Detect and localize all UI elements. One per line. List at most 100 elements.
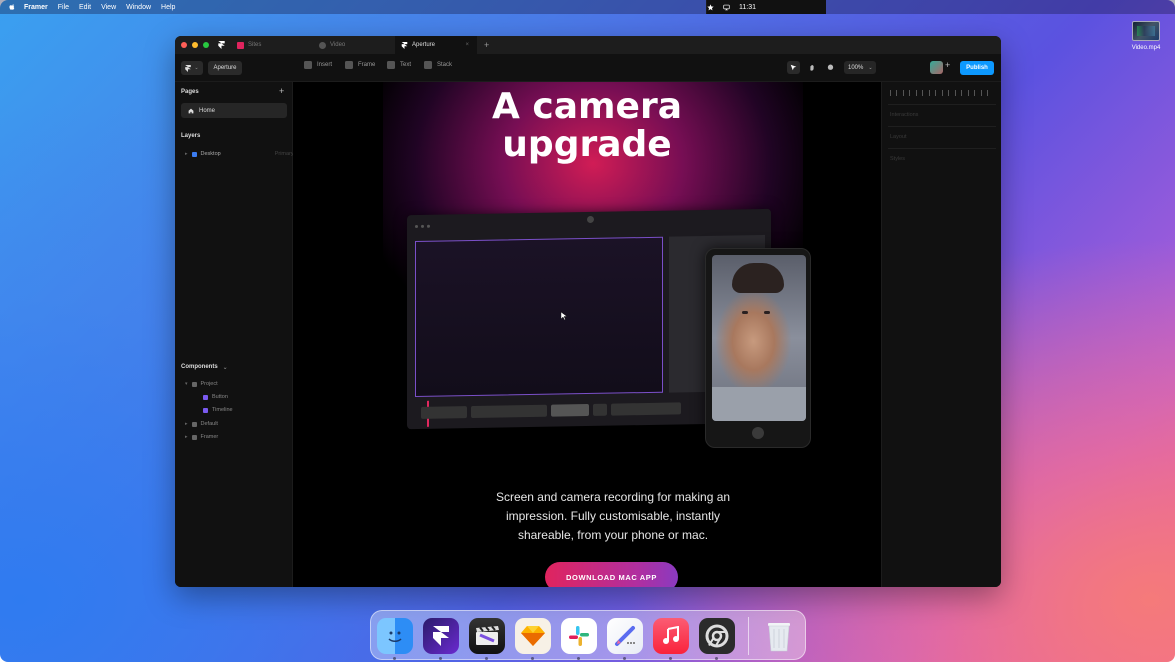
close-tab-icon[interactable]: ×	[465, 42, 469, 48]
zoom-dropdown[interactable]: 100% ⌄	[844, 61, 876, 74]
running-indicator	[669, 657, 672, 660]
menu-app-name[interactable]: Framer	[24, 4, 48, 11]
frame-tool[interactable]: Frame	[345, 61, 375, 69]
layer-item-desktop[interactable]: ▸ Desktop Primary	[185, 151, 294, 157]
frame-icon	[345, 61, 353, 69]
distribute-h-icon[interactable]	[968, 90, 975, 96]
hero-description[interactable]: Screen and camera recording for making a…	[463, 488, 763, 545]
align-center-h-icon[interactable]	[903, 90, 910, 96]
publish-button[interactable]: Publish	[960, 61, 994, 75]
apple-icon[interactable]	[8, 3, 16, 11]
component-folder-project[interactable]: ▾ Project	[185, 381, 218, 387]
desktop-file-name: Video.mp4	[1131, 45, 1161, 51]
text-tool[interactable]: Text	[387, 61, 411, 69]
window-dots	[415, 224, 430, 229]
tool-label: Stack	[437, 62, 453, 68]
add-page-button[interactable]: +	[279, 86, 284, 96]
chevron-down-icon: ⌄	[194, 65, 199, 71]
align-left-icon[interactable]	[890, 90, 897, 96]
hero-headline[interactable]: A camera upgrade	[293, 88, 881, 164]
description-line-3: shareable, from your phone or mac.	[517, 528, 709, 542]
phone-mockup[interactable]	[705, 248, 811, 448]
component-label: Framer	[200, 434, 219, 440]
page-item-home[interactable]: Home	[181, 103, 287, 118]
trash-icon[interactable]	[761, 618, 797, 654]
component-item-timeline[interactable]: Timeline	[203, 407, 233, 413]
framer-menu-button[interactable]: ⌄	[181, 61, 203, 75]
divider	[888, 126, 996, 127]
chevron-down-icon: ⌄	[868, 64, 873, 71]
select-tool[interactable]	[787, 61, 800, 74]
toolbar: ⌄ Aperture Insert Frame Text Stack 100% …	[175, 54, 1001, 82]
chevron-right-icon: ▸	[185, 434, 188, 440]
tab-aperture[interactable]: Aperture ×	[395, 36, 477, 54]
alignment-toolbar[interactable]	[890, 90, 988, 96]
hand-tool[interactable]	[806, 61, 819, 74]
video-thumbnail	[1132, 21, 1160, 41]
layer-meta: Primary	[274, 151, 294, 157]
traffic-lights	[181, 42, 209, 48]
share-add-button[interactable]: +	[945, 60, 950, 70]
tab-video[interactable]: Video	[313, 36, 391, 54]
insert-tool[interactable]: Insert	[304, 61, 332, 69]
running-indicator	[623, 657, 626, 660]
menu-file[interactable]: File	[58, 4, 69, 11]
menu-help[interactable]: Help	[161, 4, 175, 11]
running-indicator	[715, 657, 718, 660]
frame-icon	[191, 151, 197, 157]
tab-label: Video	[330, 42, 346, 48]
download-mac-app-button[interactable]: DOWNLOAD MAC APP	[545, 562, 678, 587]
component-label: Project	[200, 381, 218, 387]
framer-app-icon[interactable]	[423, 618, 459, 654]
menu-clock[interactable]: 11:31	[739, 4, 756, 11]
component-folder-framer[interactable]: ▸ Framer	[185, 434, 218, 440]
face-camera-feed	[712, 255, 806, 421]
running-indicator	[577, 657, 580, 660]
recording-area	[415, 236, 663, 398]
minimize-window-button[interactable]	[192, 42, 198, 48]
menu-view[interactable]: View	[101, 4, 116, 11]
stack-tool[interactable]: Stack	[424, 61, 452, 69]
avatar[interactable]	[930, 61, 943, 74]
project-name-button[interactable]: Aperture	[208, 61, 242, 75]
styles-section[interactable]: Styles	[890, 156, 905, 162]
components-header[interactable]: Components ⌄	[181, 364, 228, 371]
component-label: Button	[212, 394, 228, 400]
zoom-window-button[interactable]	[203, 42, 209, 48]
close-window-button[interactable]	[181, 42, 187, 48]
chrome-icon[interactable]	[699, 618, 735, 654]
menu-edit[interactable]: Edit	[79, 4, 91, 11]
music-icon[interactable]	[653, 618, 689, 654]
framer-logo-icon[interactable]	[218, 41, 225, 49]
align-top-icon[interactable]	[929, 90, 936, 96]
layout-section[interactable]: Layout	[890, 134, 907, 140]
hand-icon	[810, 65, 814, 71]
folder-icon	[191, 381, 197, 387]
comment-tool[interactable]	[824, 61, 837, 74]
align-center-v-icon[interactable]	[942, 90, 949, 96]
tab-label: Aperture	[412, 42, 436, 48]
new-tab-button[interactable]: +	[484, 40, 489, 50]
finder-icon[interactable]	[377, 618, 413, 654]
desktop-file[interactable]: Video.mp4	[1128, 21, 1164, 51]
align-bottom-icon[interactable]	[955, 90, 962, 96]
interactions-section[interactable]: Interactions	[890, 112, 918, 118]
pixelmator-icon[interactable]	[607, 618, 643, 654]
slack-icon[interactable]	[561, 618, 597, 654]
component-label: Default	[200, 421, 218, 427]
distribute-v-icon[interactable]	[981, 90, 988, 96]
chevron-down-icon: ⌄	[222, 365, 228, 371]
cursor-icon	[790, 64, 797, 71]
sketch-icon[interactable]	[515, 618, 551, 654]
align-right-icon[interactable]	[916, 90, 923, 96]
screen-mirroring-icon[interactable]	[723, 4, 730, 11]
design-canvas[interactable]: A camera upgrade Screen and camera recor…	[293, 82, 881, 587]
star-icon[interactable]	[707, 3, 714, 11]
component-item-button[interactable]: Button	[203, 394, 228, 400]
component-folder-default[interactable]: ▸ Default	[185, 421, 218, 427]
final-cut-icon[interactable]	[469, 618, 505, 654]
menu-window[interactable]: Window	[126, 4, 151, 11]
tab-sites[interactable]: Sites	[231, 36, 309, 54]
video-icon	[319, 41, 326, 49]
components-title: Components	[181, 364, 218, 370]
